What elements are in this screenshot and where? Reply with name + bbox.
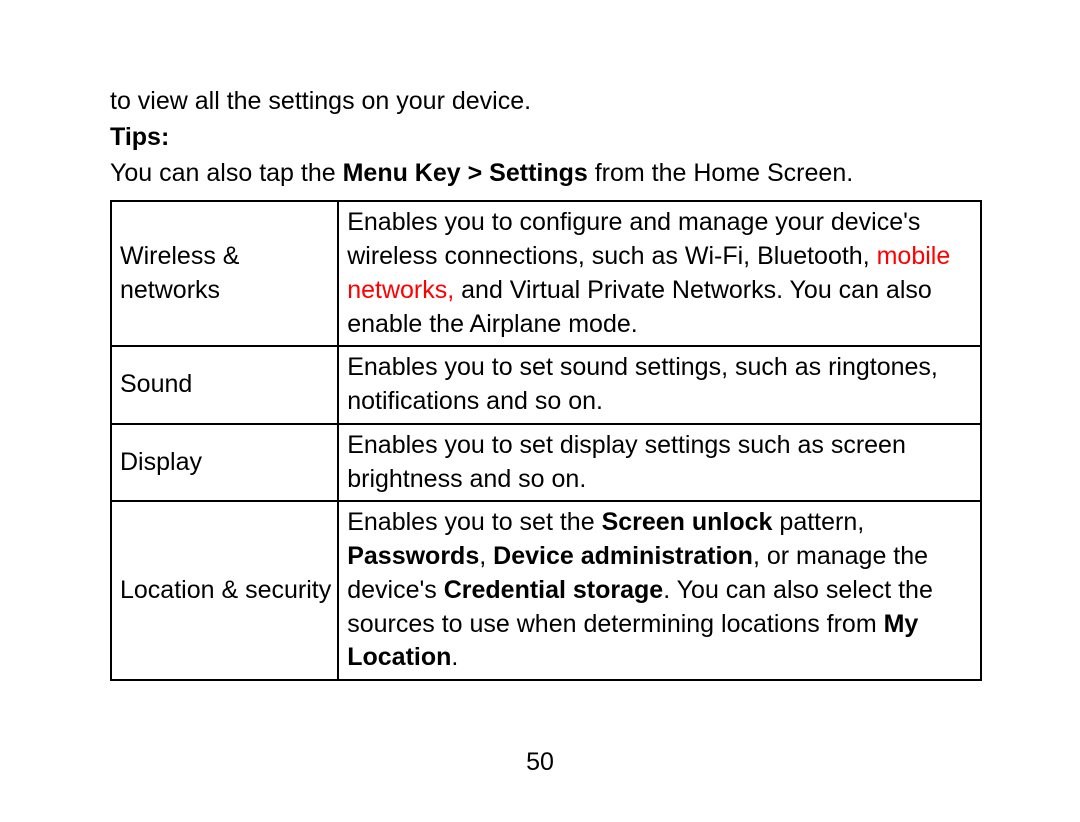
settings-table: Wireless & networks Enables you to confi… <box>110 200 982 681</box>
table-row: Wireless & networks Enables you to confi… <box>111 201 981 346</box>
table-row: Sound Enables you to set sound settings,… <box>111 346 981 424</box>
tip-bold: Menu Key > Settings <box>343 159 595 187</box>
setting-desc: Enables you to set sound settings, such … <box>338 346 981 424</box>
desc-text: Enables you to configure and manage your… <box>347 208 920 270</box>
table-row: Location & security Enables you to set t… <box>111 501 981 680</box>
tips-heading: Tips: <box>110 121 982 155</box>
intro-text: to view all the settings on your device. <box>110 85 982 119</box>
desc-bold: Device administration <box>493 542 753 570</box>
setting-name: Location & security <box>111 501 338 680</box>
setting-desc: Enables you to set display settings such… <box>338 424 981 502</box>
page-number: 50 <box>0 746 1080 780</box>
desc-text: pattern, <box>772 508 864 536</box>
setting-name: Sound <box>111 346 338 424</box>
desc-bold: Credential storage <box>444 576 664 604</box>
tip-suffix: from the Home Screen. <box>595 159 853 187</box>
setting-name: Wireless & networks <box>111 201 338 346</box>
table-row: Display Enables you to set display setti… <box>111 424 981 502</box>
desc-bold: Passwords <box>347 542 479 570</box>
setting-desc: Enables you to set the Screen unlock pat… <box>338 501 981 680</box>
desc-text: Enables you to set the <box>347 508 601 536</box>
tip-line: You can also tap the Menu Key > Settings… <box>110 157 982 191</box>
setting-name: Display <box>111 424 338 502</box>
manual-page: to view all the settings on your device.… <box>0 0 1080 822</box>
setting-desc: Enables you to configure and manage your… <box>338 201 981 346</box>
desc-bold: Screen unlock <box>602 508 773 536</box>
desc-text: , <box>479 542 493 570</box>
tip-prefix: You can also tap the <box>110 159 343 187</box>
desc-text: . <box>451 643 458 671</box>
